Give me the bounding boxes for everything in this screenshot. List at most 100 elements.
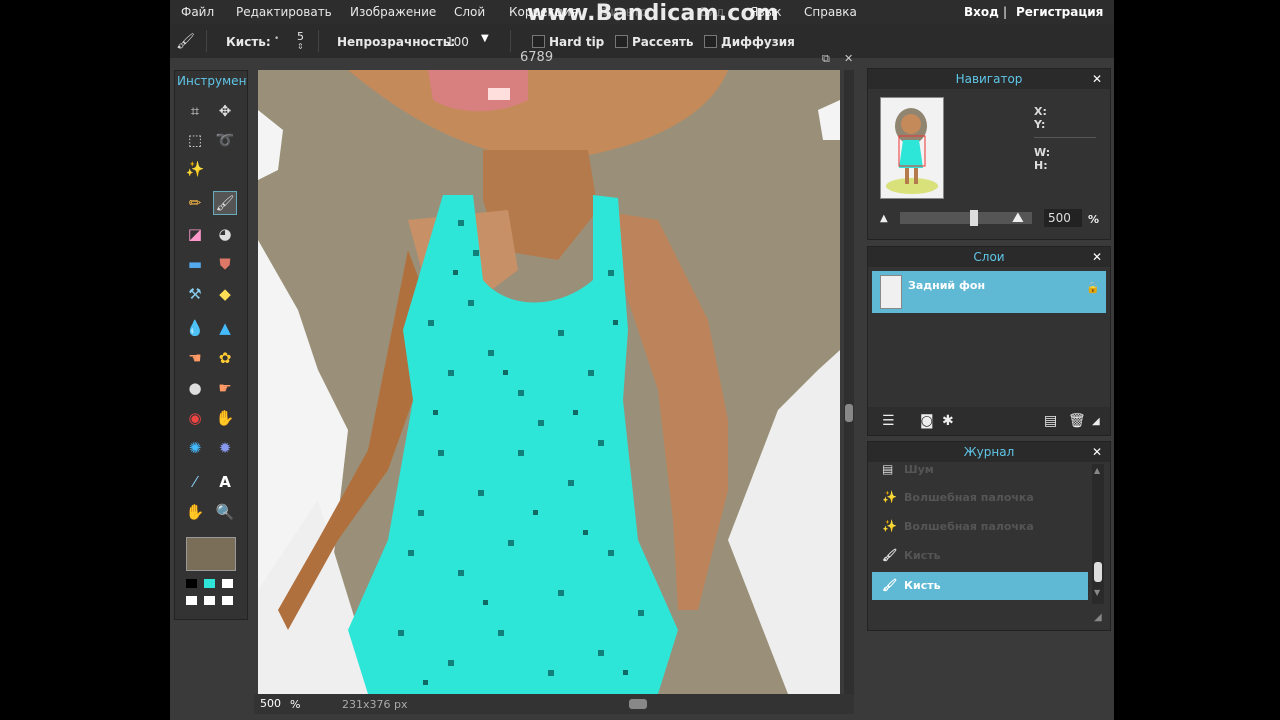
paint-bucket-icon[interactable]: ◕ [213,222,237,246]
layer-thumbnail [880,275,902,309]
register-link[interactable]: Регистрация [1016,5,1103,19]
nav-divider [1034,137,1096,138]
color-swatch[interactable] [222,596,233,605]
zoom-value[interactable]: 500 [260,697,281,710]
pencil-icon[interactable]: ✏ [183,191,207,215]
magic-wand-icon[interactable]: ✨ [183,157,207,181]
new-layer-icon[interactable]: ▤ [1044,413,1057,429]
diffusion-label[interactable]: Диффузия [721,35,795,49]
history-item[interactable]: ✨ Волшебная палочка [872,513,1088,541]
stepper-arrows-icon[interactable]: ⇕ [297,42,304,51]
login-link[interactable]: Вход [964,5,999,19]
canvas-vertical-scrollbar[interactable] [844,70,854,694]
tools-panel: Инструменты ⌗ ✥ ⬚ ➰ ✨ ✏ 🖌 ◪ ◕ ▬ ⛊ ⚒ ◆ 💧 … [174,70,248,620]
sponge-icon[interactable]: ✿ [213,346,237,370]
horizontal-scroll-thumb[interactable] [629,699,647,709]
navigator-panel: Навигатор ✕ X: Y: W: H: ▲ ⛰ 500 % [867,68,1111,240]
vertical-scroll-thumb[interactable] [845,404,853,422]
zoom-icon[interactable]: 🔍 [213,500,237,524]
magic-wand-icon: ✨ [882,519,897,533]
history-item[interactable]: ✨ Волшебная палочка [872,484,1088,512]
history-item-selected[interactable]: 🖌 Кисть [872,572,1088,600]
opacity-dropdown-icon[interactable]: ▼ [481,33,489,44]
history-item-label: Кисть [904,579,941,592]
lock-icon[interactable]: 🔒 [1086,281,1100,294]
bloat-icon[interactable]: ✺ [183,436,207,460]
layer-styles-icon[interactable]: ✱ [942,413,954,429]
color-swatch[interactable] [186,596,197,605]
navigator-preview [881,98,943,198]
type-icon[interactable]: A [213,470,237,494]
history-item[interactable]: 🖌 Кисть [872,542,1088,570]
scatter-checkbox[interactable] [615,35,628,48]
lasso-icon[interactable]: ➰ [213,128,237,152]
navigator-thumbnail[interactable] [880,97,944,199]
crop-icon[interactable]: ⌗ [183,99,207,123]
move-icon[interactable]: ✥ [213,99,237,123]
status-bar: 500 % 231x376 px [254,694,854,714]
sharpen-icon[interactable]: ▲ [213,316,237,340]
layer-mask-icon[interactable]: ◙ [920,413,934,429]
red-eye-icon[interactable]: ◉ [183,406,207,430]
color-replace-icon[interactable]: ⚒ [183,282,207,306]
menu-separator: | [1003,5,1008,19]
pinch-icon[interactable]: ✹ [213,436,237,460]
marquee-icon[interactable]: ⬚ [183,128,207,152]
delete-layer-icon[interactable]: 🗑 [1068,413,1086,429]
color-swatch[interactable] [204,596,215,605]
smudge-icon[interactable]: ☚ [183,346,207,370]
menu-image[interactable]: Изображение [350,5,436,19]
menu-edit[interactable]: Редактировать [236,5,332,19]
close-icon[interactable]: ✕ [1092,442,1102,462]
zoom-slider-handle[interactable] [970,210,978,226]
brush-icon[interactable]: 🖌 [213,191,237,215]
brush-dot-icon: • [274,34,280,44]
brush-icon: 🖌 [882,548,898,562]
hand-icon[interactable]: ✋ [183,500,207,524]
zoom-input[interactable]: 500 [1044,209,1082,227]
resize-icon[interactable]: ◢ [1094,612,1102,623]
gradient-icon[interactable]: ▬ [183,252,207,276]
scroll-up-icon[interactable]: ▲ [1094,466,1100,475]
menu-file[interactable]: Файл [181,5,214,19]
close-icon[interactable]: ✕ [1092,69,1102,89]
menu-help[interactable]: Справка [804,5,857,19]
foreground-color-swatch[interactable] [186,537,236,571]
hard-tip-checkbox[interactable] [532,35,545,48]
color-swatch[interactable] [186,579,197,588]
hard-tip-label[interactable]: Hard tip [549,35,604,49]
blur-icon[interactable]: 💧 [183,316,207,340]
layer-row[interactable]: Задний фон 🔒 [872,271,1106,313]
resize-icon[interactable]: ◢ [1092,416,1100,427]
burn-icon[interactable]: ☛ [213,376,237,400]
scroll-down-icon[interactable]: ▼ [1094,588,1100,597]
noise-icon: ▤ [882,462,894,476]
zoom-out-icon[interactable]: ▲ [880,213,888,224]
zoom-in-icon[interactable]: ⛰ [1012,210,1024,226]
history-item[interactable]: ▤ Шум [872,456,1088,484]
magic-wand-icon: ✨ [882,490,897,504]
dodge-icon[interactable]: ● [183,376,207,400]
history-scroll-thumb[interactable] [1094,562,1102,582]
close-icon[interactable]: ✕ [1092,247,1102,267]
spot-heal-icon[interactable]: ✋ [213,406,237,430]
maximize-icon[interactable]: ⧉ [822,52,830,66]
color-swatch[interactable] [222,579,233,588]
diffusion-checkbox[interactable] [704,35,717,48]
close-document-icon[interactable]: ✕ [844,52,853,65]
menu-layer[interactable]: Слой [454,5,485,19]
opacity-value[interactable]: 100 [446,35,469,49]
brush-size-label: Кисть: [226,35,271,49]
color-picker-icon[interactable]: ⁄ [183,470,207,494]
image-canvas[interactable] [258,70,840,694]
scatter-label[interactable]: Рассеять [632,35,694,49]
canvas-image [258,70,840,694]
layer-properties-icon[interactable]: ☰ [882,413,895,429]
history-scrollbar[interactable]: ▲ ▼ [1092,464,1104,604]
image-size: 231x376 px [342,698,408,711]
clone-stamp-icon[interactable]: ⛊ [213,252,237,276]
drawing-icon[interactable]: ◆ [213,282,237,306]
color-swatch[interactable] [204,579,215,588]
opacity-label: Непрозрачность: [337,35,456,49]
eraser-icon[interactable]: ◪ [183,222,207,246]
